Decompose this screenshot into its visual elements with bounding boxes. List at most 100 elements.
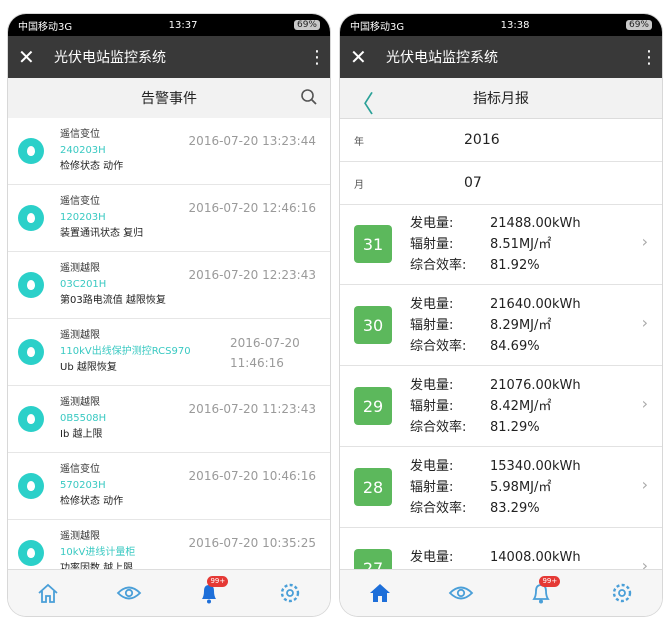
efficiency-value: 81.92% — [490, 257, 540, 273]
generation-label: 发电量: — [410, 377, 454, 393]
generation-label: 发电量: — [410, 550, 454, 565]
alarm-code: 03C201H — [60, 279, 107, 290]
more-menu-icon[interactable]: ⋮ — [640, 47, 658, 68]
month-selector[interactable]: 月 07 — [340, 162, 662, 205]
more-menu-icon[interactable]: ⋮ — [308, 47, 326, 68]
alarm-text: 遥测越限 10kV进线计量柜 功率因数 越上限 — [60, 529, 190, 570]
year-label: 年 — [354, 136, 364, 148]
alarm-list: 遥信变位 240203H 检修状态 动作 2016-07-20 13:23:44… — [8, 118, 330, 570]
alarm-text: 遥测越限 03C201H 第03路电流值 越限恢复 — [60, 261, 190, 309]
alarm-item[interactable]: 遥信变位 120203H 装置通讯状态 复归 2016-07-20 12:46:… — [8, 185, 330, 252]
clock-text: 13:38 — [500, 19, 530, 31]
report-values: 发电量: 15340.00kWh 辐射量: 5.98MJ/㎡ 综合效率: 83.29% — [410, 456, 581, 519]
chevron-right-icon: › — [641, 475, 648, 494]
report-item[interactable]: 29 发电量: 21076.00kWh 辐射量: 8.42MJ/㎡ 综合效率: 81.… — [340, 366, 662, 447]
notification-badge: 99+ — [207, 576, 229, 587]
efficiency-label: 综合效率: — [410, 257, 467, 273]
alarm-code: 110kV出线保护测控RCS9705... — [60, 346, 190, 357]
alarm-time: 2016-07-20 11:46:16 — [230, 336, 300, 370]
alarm-bell-icon — [18, 339, 44, 365]
alarm-type: 遥信变位 — [60, 129, 100, 140]
bell-icon[interactable]: 99+ — [194, 576, 229, 608]
radiation-label: 辐射量: — [410, 236, 454, 252]
alarm-code: 120203H — [60, 212, 106, 223]
alarm-code: 570203H — [60, 480, 106, 491]
generation-value: 21076.00kWh — [490, 377, 581, 393]
bottom-nav: 99+ — [8, 569, 330, 616]
alarm-item[interactable]: 遥测越限 0B5508H Ib 越上限 2016-07-20 11:23:43 — [8, 386, 330, 453]
close-icon[interactable]: ✕ — [350, 45, 378, 69]
radiation-label: 辐射量: — [410, 317, 454, 333]
settings-icon[interactable] — [275, 578, 305, 608]
alarm-type: 遥信变位 — [60, 464, 100, 475]
efficiency-value: 84.69% — [490, 338, 540, 354]
alarm-desc: 第03路电流值 越限恢复 — [60, 295, 166, 306]
settings-icon[interactable] — [607, 578, 637, 608]
month-label: 月 — [354, 179, 364, 191]
alarm-desc: Ub 越限恢复 — [60, 362, 117, 373]
alarm-bell-icon — [18, 205, 44, 231]
alarm-time: 2016-07-20 12:46:16 — [188, 201, 316, 215]
status-bar: 中国移动3G 13:38 69% — [340, 14, 662, 36]
alarm-item[interactable]: 遥测越限 10kV进线计量柜 功率因数 越上限 2016-07-20 10:35… — [8, 520, 330, 570]
alarm-time: 2016-07-20 11:23:43 — [188, 402, 316, 416]
carrier-text: 中国移动3G — [350, 21, 405, 33]
app-bar: ✕ 光伏电站监控系统 ⋮ — [340, 36, 662, 78]
generation-label: 发电量: — [410, 296, 454, 312]
alarm-bell-icon — [18, 138, 44, 164]
report-item[interactable]: 28 发电量: 15340.00kWh 辐射量: 5.98MJ/㎡ 综合效率: 83.… — [340, 447, 662, 528]
alarm-desc: Ib 越上限 — [60, 429, 103, 440]
alarm-time: 2016-07-20 13:23:44 — [188, 134, 316, 148]
alarm-desc: 检修状态 动作 — [60, 161, 124, 172]
alarm-time: 2016-07-20 10:46:16 — [188, 469, 316, 483]
report-values: 发电量: 21076.00kWh 辐射量: 8.42MJ/㎡ 综合效率: 81.29% — [410, 375, 581, 438]
home-icon[interactable] — [33, 578, 63, 608]
radiation-value: 8.51MJ/㎡ — [490, 236, 552, 252]
chevron-right-icon: › — [641, 556, 648, 570]
day-badge: 29 — [354, 387, 392, 425]
alarm-desc: 装置通讯状态 复归 — [60, 228, 144, 239]
alarm-time: 2016-07-20 10:35:25 — [188, 536, 316, 550]
report-values: 发电量: 21488.00kWh 辐射量: 8.51MJ/㎡ 综合效率: 81.92% — [410, 213, 581, 276]
page-title: 指标月报 — [473, 91, 529, 107]
alarm-screen: 中国移动3G 13:37 69% ✕ 光伏电站监控系统 ⋮ 告警事件 遥信变位 … — [8, 14, 330, 616]
app-bar: ✕ 光伏电站监控系统 ⋮ — [8, 36, 330, 78]
month-value[interactable]: 07 — [464, 175, 482, 191]
alarm-bell-icon — [18, 272, 44, 298]
year-value[interactable]: 2016 — [464, 132, 500, 148]
bell-icon[interactable]: 99+ — [526, 576, 561, 608]
bottom-nav: 99+ — [340, 569, 662, 616]
alarm-type: 遥测越限 — [60, 263, 100, 274]
alarm-item[interactable]: 遥信变位 570203H 检修状态 动作 2016-07-20 10:46:16 — [8, 453, 330, 520]
close-icon[interactable]: ✕ — [18, 45, 46, 69]
report-item[interactable]: 31 发电量: 21488.00kWh 辐射量: 8.51MJ/㎡ 综合效率: 81.… — [340, 204, 662, 285]
generation-label: 发电量: — [410, 215, 454, 231]
status-bar: 中国移动3G 13:37 69% — [8, 14, 330, 36]
report-item[interactable]: 27 发电量:14008.00kWh 辐射量:5.56MJ/㎡ › — [340, 528, 662, 570]
eye-icon[interactable] — [114, 578, 144, 608]
generation-value: 21488.00kWh — [490, 215, 581, 231]
search-icon[interactable] — [300, 88, 318, 110]
alarm-item[interactable]: 遥信变位 240203H 检修状态 动作 2016-07-20 13:23:44 — [8, 118, 330, 185]
carrier-text: 中国移动3G — [18, 21, 73, 33]
radiation-label: 辐射量: — [410, 398, 454, 414]
home-icon[interactable] — [365, 578, 395, 608]
year-selector[interactable]: 年 2016 — [340, 119, 662, 162]
battery-indicator: 69% — [293, 20, 320, 30]
alarm-item[interactable]: 遥测越限 03C201H 第03路电流值 越限恢复 2016-07-20 12:… — [8, 252, 330, 319]
alarm-bell-icon — [18, 540, 44, 566]
eye-icon[interactable] — [446, 578, 476, 608]
efficiency-value: 81.29% — [490, 419, 540, 435]
report-values: 发电量: 21640.00kWh 辐射量: 8.29MJ/㎡ 综合效率: 84.69% — [410, 294, 581, 357]
radiation-value: 5.98MJ/㎡ — [490, 479, 552, 495]
battery-indicator: 69% — [625, 20, 652, 30]
alarm-bell-icon — [18, 473, 44, 499]
report-item[interactable]: 30 发电量: 21640.00kWh 辐射量: 8.29MJ/㎡ 综合效率: 84.… — [340, 285, 662, 366]
radiation-value: 8.42MJ/㎡ — [490, 398, 552, 414]
alarm-desc: 检修状态 动作 — [60, 496, 124, 507]
alarm-code: 0B5508H — [60, 413, 107, 424]
alarm-text: 遥信变位 570203H 检修状态 动作 — [60, 462, 190, 510]
report-values: 发电量:14008.00kWh 辐射量:5.56MJ/㎡ — [410, 547, 581, 570]
back-icon[interactable]: 〈 — [350, 84, 374, 119]
alarm-item[interactable]: 遥测越限 110kV出线保护测控RCS9705... Ub 越限恢复 2016-… — [8, 319, 330, 386]
